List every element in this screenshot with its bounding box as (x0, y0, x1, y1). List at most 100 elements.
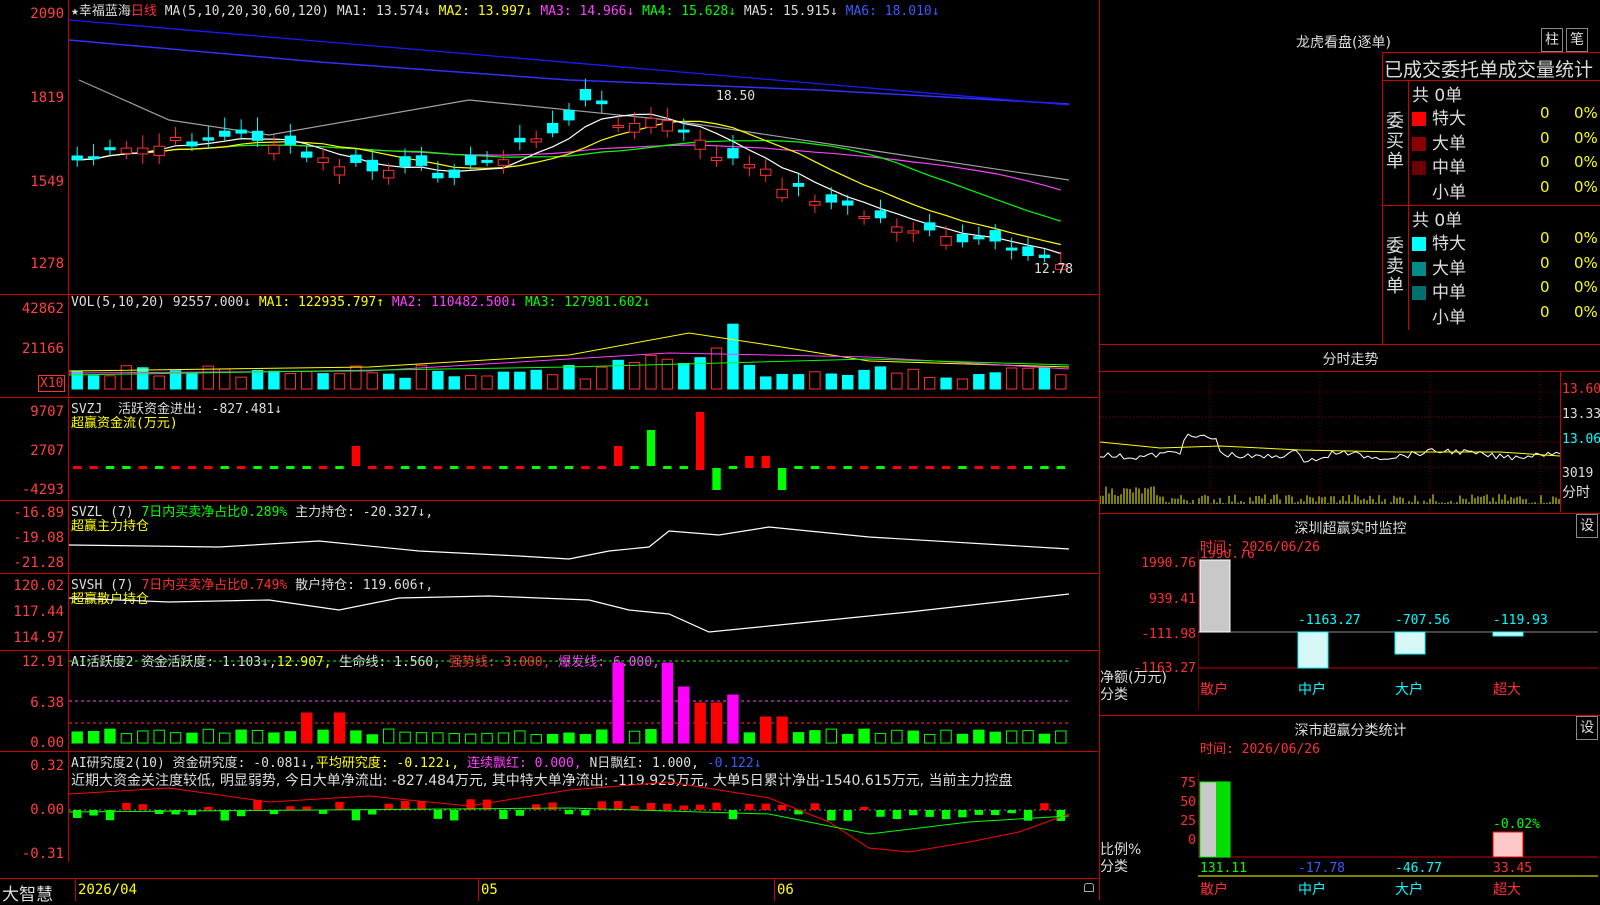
candle (284, 135, 297, 145)
candle (940, 236, 952, 246)
y-label: -19.08 (13, 530, 64, 546)
svzl-chart[interactable] (69, 501, 1098, 573)
brand-label: 大智慧 (2, 885, 53, 905)
volume-bar (137, 367, 149, 390)
research-bar (892, 810, 902, 820)
activity-bar (563, 732, 575, 744)
flow-bar (89, 466, 98, 469)
volume-bar (317, 373, 329, 390)
kline-panel[interactable]: 2090 1819 1549 1278 ★幸福蓝海日线 MA(5,10,20,3… (0, 0, 1098, 295)
research-bar (679, 805, 688, 810)
activity-bar (743, 732, 756, 744)
y-label: 21166 (21, 341, 64, 357)
classify-chart[interactable]: -0.02% 131.11 -17.78 -46.77 33.45 散户 中户 大户 超大 (1198, 752, 1598, 898)
legend-swatch (1412, 161, 1426, 175)
volume-bar (1055, 374, 1067, 390)
flow-bar (105, 466, 115, 469)
intraday-y-label: 13.06 (1562, 432, 1600, 447)
y-label: 42862 (21, 301, 64, 317)
classify-settings-button[interactable]: 设 (1576, 716, 1598, 740)
research-bar (351, 810, 361, 821)
flow-bar (745, 456, 754, 468)
research-bar (564, 810, 574, 815)
flow-bar (630, 466, 639, 469)
monitor-settings-button[interactable]: 设 (1576, 514, 1598, 538)
research-bar (777, 804, 787, 810)
research-bar (695, 804, 705, 810)
date-label: 05 (481, 882, 498, 898)
svzj-chart[interactable] (69, 398, 1098, 500)
candle (448, 169, 460, 178)
volume-bar (973, 374, 985, 390)
svzl-panel[interactable]: -16.89 -19.08 -21.28 SVZL (7) 7日内买卖净占比0.… (0, 501, 1098, 574)
flow-bar (958, 466, 967, 469)
buy-row: 特大 0 0% (1412, 104, 1600, 129)
ai-activity-panel[interactable]: 12.91 6.38 0.00 AI活跃度2 资金活跃度: 1.103↓,12.… (0, 651, 1098, 752)
classify-stats-panel[interactable]: 深市超赢分类统计 设 时间: 2026/06/26 75 50 25 0 比例%… (1099, 716, 1600, 900)
activity-bar (579, 734, 592, 744)
intraday-panel[interactable]: 分时走势 13.60 13.33 13.06 3019 分时 (1099, 345, 1600, 514)
y-label: 2707 (30, 443, 64, 459)
ai-research-panel[interactable]: 0.32 0.00 -0.31 AI研究度2(10) 资金研究度: -0.081… (0, 752, 1098, 862)
candle (87, 156, 100, 160)
activity-bar (891, 729, 903, 744)
row-value: 0 (1540, 153, 1550, 171)
svsh-panel[interactable]: 120.02 117.44 114.97 SVSH (7) 7日内买卖净占比0.… (0, 574, 1098, 651)
classify-y-label: 50 (1180, 795, 1196, 810)
volume-bar (612, 359, 624, 390)
flow-bar (941, 466, 951, 469)
intraday-title: 分时走势 (1322, 352, 1379, 368)
activity-bar (923, 733, 936, 744)
bar-mode-button[interactable]: 柱 (1541, 28, 1563, 52)
volume-bar (514, 371, 526, 390)
bar-value: -46.77 (1395, 861, 1442, 876)
flow-bar (728, 466, 738, 469)
svsh-chart[interactable] (69, 574, 1098, 650)
retail-bar (1199, 559, 1231, 633)
ai-activity-chart[interactable] (69, 651, 1098, 751)
monitor-chart[interactable]: 1990.76 -1163.27 -707.56 -119.93 散户 中户 大户 超大 (1198, 550, 1598, 712)
sell-side-label: 委卖单 (1386, 236, 1404, 297)
activity-bar (760, 716, 772, 744)
realtime-monitor-panel[interactable]: 深圳超赢实时监控 设 时间: 2026/06/26 1990.76 939.41… (1099, 514, 1600, 716)
y-label: 120.02 (13, 578, 64, 594)
large-bar (1394, 631, 1426, 655)
volume-bar (399, 377, 411, 390)
row-label: 小单 (1432, 182, 1466, 203)
volume-bar (760, 376, 772, 390)
ai-research-chart[interactable] (69, 752, 1098, 862)
candle (825, 194, 837, 203)
flow-bar (859, 466, 869, 469)
volume-chart[interactable] (69, 295, 1098, 397)
volume-panel[interactable]: 42862 21166 X10 VOL(5,10,20) 92557.000↓ … (0, 295, 1098, 398)
research-bar (991, 810, 1000, 816)
research-bar (1040, 803, 1049, 810)
top-value: 1990.76 (1200, 550, 1255, 562)
monitor-y-label: 1990.76 (1141, 556, 1196, 571)
tick-mode-button[interactable]: 笔 (1566, 28, 1588, 52)
intraday-chart[interactable] (1100, 372, 1560, 512)
activity-bar (809, 730, 821, 744)
candle (333, 166, 346, 176)
svzj-panel[interactable]: 9707 2707 -4293 SVZJ 活跃资金进出: -827.481↓ 超… (0, 398, 1098, 501)
flow-bar (269, 466, 279, 469)
super-bar (1492, 631, 1524, 637)
research-bar (810, 803, 820, 810)
flow-bar (368, 466, 377, 469)
candle (989, 230, 1001, 242)
flow-bar (384, 466, 393, 469)
candle (202, 137, 215, 141)
kline-chart[interactable] (69, 0, 1098, 294)
activity-bar (104, 728, 116, 744)
research-bar (548, 802, 557, 810)
main-hold-line (69, 526, 1070, 560)
row-label: 小单 (1432, 307, 1466, 328)
research-bar (974, 810, 984, 815)
flow-bar (925, 466, 934, 469)
candle (1005, 247, 1018, 251)
volume-multiplier: X10 (38, 375, 66, 392)
activity-bar (776, 716, 788, 744)
flow-bar (482, 466, 492, 469)
row-value: 0 (1540, 128, 1550, 147)
activity-bar (1022, 730, 1034, 744)
